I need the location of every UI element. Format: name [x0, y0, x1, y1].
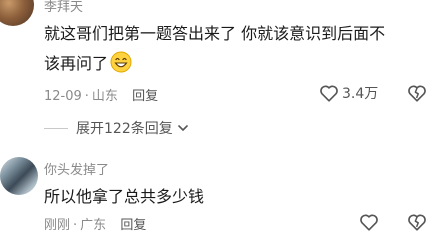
grin-face-emoji	[110, 51, 132, 73]
comment-text-line-2: 该再问了	[44, 54, 109, 73]
reply-button[interactable]: 回复	[132, 89, 158, 104]
comment-location: 广东	[80, 218, 107, 233]
comment-text: 所以他拿了总共多少钱	[44, 187, 205, 206]
comment-text: 就这哥们把第一题答出来了 你就该意识到后面不 该再问了	[44, 19, 434, 79]
dislike-button[interactable]	[407, 84, 427, 102]
like-button[interactable]: 3.4万	[319, 83, 378, 103]
comment-time: 刚刚	[44, 218, 71, 233]
comment-text-line: 该再问了	[44, 49, 434, 79]
avatar[interactable]	[0, 157, 38, 195]
heart-outline-icon	[360, 214, 378, 231]
divider	[44, 127, 68, 129]
comment-username[interactable]: 李拜天	[44, 0, 83, 15]
chevron-down-icon	[177, 125, 188, 131]
like-count: 3.4万	[342, 86, 379, 102]
comment-meta: 刚刚 · 广东 回复	[44, 218, 147, 233]
broken-heart-icon	[408, 85, 426, 102]
comment-location: 山东	[91, 89, 118, 104]
dislike-button[interactable]	[407, 213, 427, 231]
avatar[interactable]	[0, 0, 34, 26]
comment-text-line: 就这哥们把第一题答出来了 你就该意识到后面不	[44, 24, 386, 43]
comment-username[interactable]: 你头发掉了	[44, 159, 109, 178]
broken-heart-icon	[408, 214, 426, 231]
comment-meta: 12-09 · 山东 回复	[44, 89, 159, 104]
comment-date: 12-09	[44, 89, 82, 104]
like-button[interactable]	[359, 213, 379, 231]
expand-replies-button[interactable]: 展开122条回复	[44, 118, 189, 138]
heart-outline-icon	[320, 85, 338, 102]
expand-replies-label: 展开122条回复	[76, 121, 173, 137]
reply-button[interactable]: 回复	[120, 218, 146, 233]
